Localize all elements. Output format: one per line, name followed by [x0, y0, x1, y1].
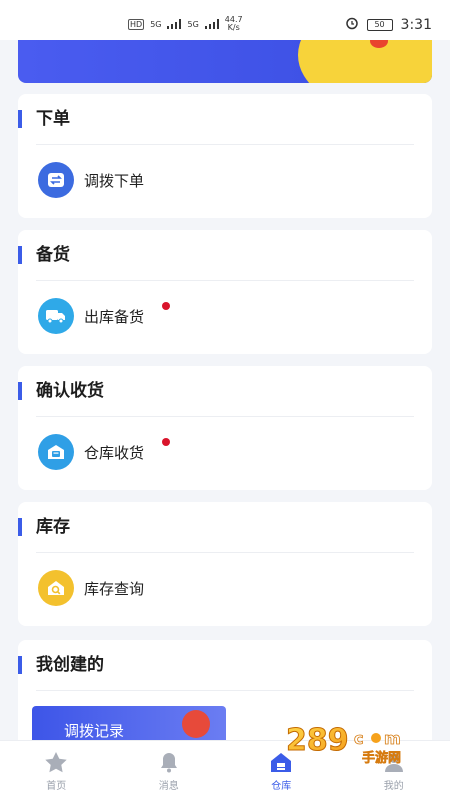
- divider: [36, 144, 414, 145]
- divider: [36, 552, 414, 553]
- warehouse-icon: [38, 434, 74, 470]
- bell-icon: [160, 753, 177, 773]
- network-label-1: 5G: [150, 19, 162, 29]
- star-icon: [45, 752, 67, 773]
- notification-dot: [162, 302, 170, 310]
- banner-decoration: [298, 40, 432, 83]
- status-bar: HD 5G 5G 44.7 K/s 50 3:31: [0, 0, 450, 40]
- tab-label: 仓库: [271, 781, 292, 792]
- section-card-inventory: 库存 库存查询: [18, 502, 432, 626]
- entry-transfer-order[interactable]: 调拨下单: [38, 162, 144, 198]
- tab-label: 消息: [158, 781, 179, 792]
- section-accent-bar: [18, 246, 22, 264]
- entry-inventory-query[interactable]: 库存查询: [38, 570, 144, 606]
- divider: [36, 416, 414, 417]
- record-banner-label: 调拨记录: [64, 722, 125, 740]
- swap-icon: [38, 162, 74, 198]
- section-card-receiving: 确认收货 仓库收货: [18, 366, 432, 490]
- entry-label: 调拨下单: [84, 171, 145, 190]
- entry-label: 仓库收货: [84, 443, 145, 462]
- status-right: 50 3:31: [345, 16, 432, 34]
- clock: 3:31: [400, 17, 432, 33]
- speed-unit: K/s: [227, 23, 240, 32]
- top-banner[interactable]: [18, 40, 432, 83]
- section-card-order: 下单 调拨下单: [18, 94, 432, 218]
- svg-text:m: m: [384, 729, 401, 748]
- watermark-logo: 289 c m 手游网: [284, 718, 434, 767]
- status-left: HD 5G 5G 44.7 K/s: [128, 16, 243, 32]
- section-title: 备货: [36, 245, 70, 265]
- tab-label: 我的: [383, 781, 404, 792]
- section-accent-bar: [18, 110, 22, 128]
- search-house-icon: [38, 570, 74, 606]
- tab-home[interactable]: 首页: [0, 741, 113, 801]
- section-title: 确认收货: [36, 381, 104, 401]
- entry-label: 库存查询: [84, 579, 145, 598]
- battery-icon: 50: [366, 19, 393, 31]
- divider: [36, 690, 414, 691]
- section-card-stocking: 备货 出库备货: [18, 230, 432, 354]
- tab-label: 首页: [46, 781, 67, 792]
- alarm-icon: [345, 16, 359, 34]
- record-illustration: [182, 710, 210, 738]
- signal-icon: [167, 19, 182, 29]
- section-accent-bar: [18, 382, 22, 400]
- tab-messages[interactable]: 消息: [113, 741, 226, 801]
- entry-outbound-stocking[interactable]: 出库备货: [38, 298, 144, 334]
- signal-icon: [204, 19, 219, 29]
- entry-label: 出库备货: [84, 307, 145, 326]
- network-label-2: 5G: [187, 19, 199, 29]
- svg-text:手游网: 手游网: [362, 750, 401, 766]
- divider: [36, 280, 414, 281]
- section-title: 下单: [36, 109, 70, 129]
- section-accent-bar: [18, 656, 22, 674]
- truck-icon: [38, 298, 74, 334]
- network-speed: 44.7 K/s: [225, 16, 243, 32]
- svg-text:289: 289: [286, 723, 349, 758]
- notification-dot: [162, 438, 170, 446]
- entry-warehouse-receiving[interactable]: 仓库收货: [38, 434, 144, 470]
- section-accent-bar: [18, 518, 22, 536]
- hd-chip: HD: [128, 18, 145, 30]
- section-title: 我创建的: [36, 655, 104, 675]
- section-title: 库存: [36, 517, 70, 537]
- svg-text:c: c: [354, 729, 363, 748]
